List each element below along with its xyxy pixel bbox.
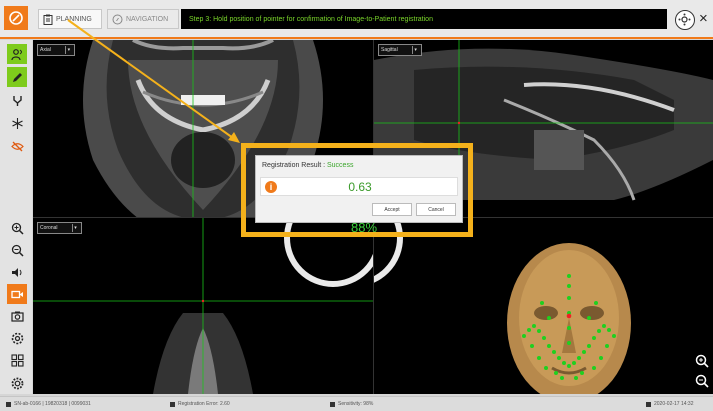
patient-icon [6, 401, 11, 407]
datetime-text: 2020-02-17 14:32 [654, 401, 694, 407]
registration-error-value: 0.63 [348, 180, 372, 194]
result-value-row: i 0.63 [260, 177, 458, 196]
calendar-icon [646, 401, 651, 407]
accept-button[interactable]: Accept [372, 203, 412, 216]
cancel-button[interactable]: Cancel [416, 203, 456, 216]
status-sensitivity: Sensitivity: 98% [330, 401, 373, 407]
dialog-title-status: Success [326, 162, 354, 169]
registration-icon [170, 401, 175, 407]
registration-result-dialog: Registration Result : Success i 0.63 Acc… [255, 155, 463, 223]
sensitivity-icon [330, 401, 335, 407]
registration-error-text: Registration Error: 2.60 [178, 401, 230, 407]
dialog-title: Registration Result : Success [262, 162, 353, 169]
status-registration-error: Registration Error: 2.60 [170, 401, 230, 407]
status-serial: SN-ab-0166 | 19820318 | 0099031 [6, 401, 91, 407]
status-bar: SN-ab-0166 | 19820318 | 0099031 Registra… [0, 396, 713, 411]
sensitivity-text: Sensitivity: 98% [338, 401, 374, 407]
dialog-title-prefix: Registration Result : [262, 162, 326, 169]
status-datetime: 2020-02-17 14:32 [646, 401, 693, 407]
serial-text: SN-ab-0166 | 19820318 | 0099031 [14, 401, 91, 407]
